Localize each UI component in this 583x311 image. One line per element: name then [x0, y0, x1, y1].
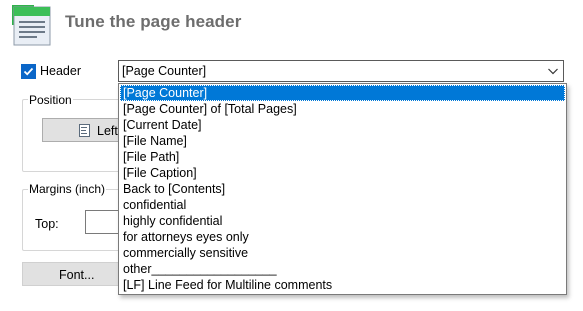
dropdown-item[interactable]: [File Name] [120, 133, 565, 149]
dropdown-item[interactable]: confidential [120, 197, 565, 213]
dropdown-item[interactable]: [Current Date] [120, 117, 565, 133]
dialog-title: Tune the page header [65, 12, 242, 31]
dropdown-item[interactable]: highly confidential [120, 213, 565, 229]
position-group-legend: Position [28, 93, 73, 107]
header-text-dropdown-list[interactable]: [Page Counter] [Page Counter] of [Total … [118, 83, 567, 295]
dropdown-item[interactable]: for attorneys eyes only [120, 229, 565, 245]
dropdown-item[interactable]: Back to [Contents] [120, 181, 565, 197]
top-margin-input[interactable] [85, 210, 122, 234]
header-checkbox-label[interactable]: Header [40, 64, 81, 78]
top-margin-label: Top: [35, 217, 59, 231]
margins-group-legend: Margins (inch) [28, 182, 107, 196]
dropdown-item[interactable]: [LF] Line Feed for Multiline comments [120, 277, 565, 293]
page-header-icon [10, 3, 56, 47]
header-checkbox[interactable] [21, 64, 36, 79]
dropdown-item[interactable]: other__________________ [120, 261, 565, 277]
dropdown-item[interactable]: [Page Counter] [120, 85, 565, 101]
align-left-button[interactable]: Left [42, 118, 122, 142]
dropdown-item[interactable]: [File Path] [120, 149, 565, 165]
align-left-icon [79, 124, 90, 137]
chevron-down-icon[interactable] [547, 65, 559, 77]
dropdown-item[interactable]: commercially sensitive [120, 245, 565, 261]
dropdown-item[interactable]: [Page Counter] of [Total Pages] [120, 101, 565, 117]
font-button-label: Font... [59, 268, 95, 282]
align-left-label: Left [97, 124, 118, 138]
header-text-combobox[interactable]: [Page Counter] [118, 60, 564, 82]
combobox-value: [Page Counter] [122, 64, 207, 78]
font-button[interactable]: Font... [22, 262, 122, 286]
dropdown-item[interactable]: [File Caption] [120, 165, 565, 181]
checkmark-icon [23, 67, 34, 76]
